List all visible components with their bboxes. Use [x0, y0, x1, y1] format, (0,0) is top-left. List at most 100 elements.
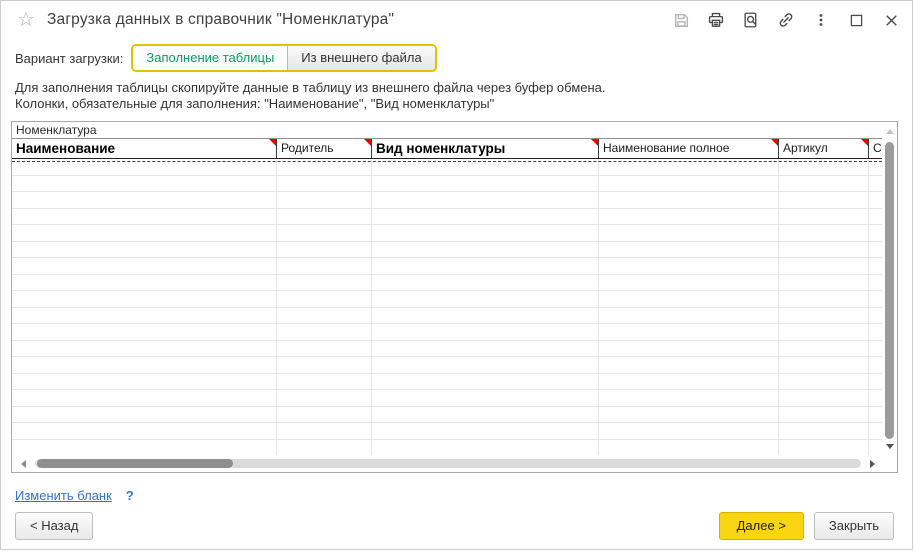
- table-cell[interactable]: [779, 176, 869, 192]
- table-cell[interactable]: [599, 341, 779, 357]
- table-cell[interactable]: [869, 242, 882, 258]
- table-cell[interactable]: [599, 225, 779, 241]
- table-cell[interactable]: [779, 390, 869, 406]
- table-cell[interactable]: [372, 324, 599, 340]
- table-row[interactable]: [12, 209, 882, 226]
- table-row[interactable]: [12, 423, 882, 440]
- table-cell[interactable]: [277, 440, 372, 456]
- horizontal-scrollbar-thumb[interactable]: [37, 459, 233, 468]
- table-cell[interactable]: [869, 423, 882, 439]
- scroll-right-icon[interactable]: [870, 460, 875, 468]
- back-button[interactable]: < Назад: [15, 512, 93, 540]
- table-cell[interactable]: [779, 357, 869, 373]
- table-cell[interactable]: [277, 258, 372, 274]
- column-header-0[interactable]: Наименование: [12, 139, 277, 158]
- table-cell[interactable]: [372, 423, 599, 439]
- table-cell[interactable]: [599, 291, 779, 307]
- table-cell[interactable]: [277, 407, 372, 423]
- table-cell[interactable]: [277, 357, 372, 373]
- column-header-2[interactable]: Вид номенклатуры: [372, 139, 599, 158]
- table-cell[interactable]: [869, 209, 882, 225]
- table-cell[interactable]: [372, 341, 599, 357]
- table-cell[interactable]: [12, 341, 277, 357]
- table-cell[interactable]: [599, 176, 779, 192]
- scroll-left-icon[interactable]: [21, 460, 26, 468]
- table-cell[interactable]: [372, 225, 599, 241]
- table-cell[interactable]: [12, 192, 277, 208]
- table-cell[interactable]: [277, 242, 372, 258]
- table-row[interactable]: [12, 357, 882, 374]
- table-row[interactable]: [12, 440, 882, 456]
- table-cell[interactable]: [372, 407, 599, 423]
- table-cell[interactable]: [869, 390, 882, 406]
- table-row[interactable]: [12, 192, 882, 209]
- table-cell[interactable]: [599, 423, 779, 439]
- table-cell[interactable]: [372, 209, 599, 225]
- horizontal-scrollbar[interactable]: [12, 455, 882, 472]
- table-cell[interactable]: [779, 258, 869, 274]
- table-cell[interactable]: [12, 209, 277, 225]
- table-cell[interactable]: [779, 423, 869, 439]
- table-cell[interactable]: [12, 407, 277, 423]
- table-cell[interactable]: [277, 275, 372, 291]
- save-icon[interactable]: [672, 11, 690, 29]
- table-cell[interactable]: [869, 308, 882, 324]
- table-cell[interactable]: [12, 308, 277, 324]
- table-cell[interactable]: [779, 308, 869, 324]
- help-icon[interactable]: ?: [126, 488, 134, 503]
- table-cell[interactable]: [869, 225, 882, 241]
- edit-form-link[interactable]: Изменить бланк: [15, 488, 112, 503]
- column-header-4[interactable]: Артикул: [779, 139, 869, 158]
- table-cell[interactable]: [277, 225, 372, 241]
- table-cell[interactable]: [599, 192, 779, 208]
- table-cell[interactable]: [12, 324, 277, 340]
- table-cell[interactable]: [277, 308, 372, 324]
- table-cell[interactable]: [869, 357, 882, 373]
- table-cell[interactable]: [779, 341, 869, 357]
- table-cell[interactable]: [599, 407, 779, 423]
- table-cell[interactable]: [599, 357, 779, 373]
- table-row[interactable]: [12, 291, 882, 308]
- table-cell[interactable]: [599, 209, 779, 225]
- table-cell[interactable]: [779, 407, 869, 423]
- preview-icon[interactable]: [742, 11, 760, 29]
- table-cell[interactable]: [869, 341, 882, 357]
- table-cell[interactable]: [869, 374, 882, 390]
- vertical-scrollbar-thumb[interactable]: [885, 142, 894, 439]
- table-row[interactable]: [12, 225, 882, 242]
- table-row[interactable]: [12, 407, 882, 424]
- table-cell[interactable]: [869, 291, 882, 307]
- table-cell[interactable]: [372, 258, 599, 274]
- table-cell[interactable]: [869, 324, 882, 340]
- table-cell[interactable]: [277, 192, 372, 208]
- table-cell[interactable]: [372, 242, 599, 258]
- column-header-5[interactable]: С: [869, 139, 882, 158]
- table-cell[interactable]: [12, 176, 277, 192]
- table-cell[interactable]: [12, 423, 277, 439]
- table-cell[interactable]: [277, 374, 372, 390]
- column-header-1[interactable]: Родитель: [277, 139, 372, 158]
- table-cell[interactable]: [277, 341, 372, 357]
- table-cell[interactable]: [599, 258, 779, 274]
- table-cell[interactable]: [277, 423, 372, 439]
- table-cell[interactable]: [869, 258, 882, 274]
- table-cell[interactable]: [599, 242, 779, 258]
- table-cell[interactable]: [372, 374, 599, 390]
- table-row[interactable]: [12, 176, 882, 193]
- table-cell[interactable]: [869, 192, 882, 208]
- table-cell[interactable]: [277, 176, 372, 192]
- table-cell[interactable]: [779, 324, 869, 340]
- table-cell[interactable]: [372, 176, 599, 192]
- column-header-3[interactable]: Наименование полное: [599, 139, 779, 158]
- table-cell[interactable]: [12, 374, 277, 390]
- favorite-star-icon[interactable]: ☆: [17, 10, 35, 30]
- table-cell[interactable]: [599, 275, 779, 291]
- table-cell[interactable]: [599, 440, 779, 456]
- table-cell[interactable]: [869, 407, 882, 423]
- table-cell[interactable]: [779, 242, 869, 258]
- table-cell[interactable]: [12, 357, 277, 373]
- table-cell[interactable]: [277, 209, 372, 225]
- table-cell[interactable]: [869, 440, 882, 456]
- table-cell[interactable]: [277, 390, 372, 406]
- table-cell[interactable]: [372, 192, 599, 208]
